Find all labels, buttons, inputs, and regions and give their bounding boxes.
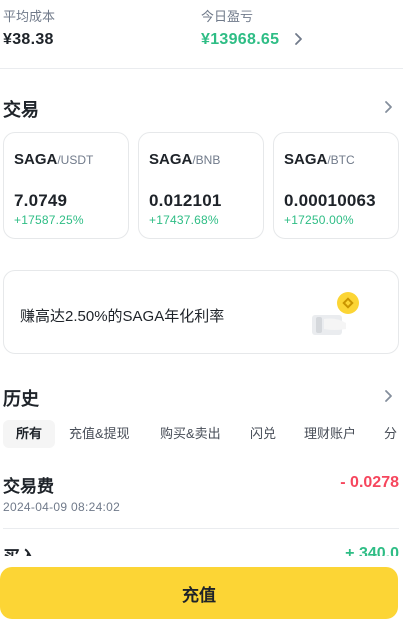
trade-section-title: 交易	[3, 100, 39, 120]
pair-price: 0.00010063	[284, 191, 376, 210]
tab-earn-account[interactable]: 理财账户	[291, 420, 369, 448]
pair-base: SAGA	[149, 151, 193, 168]
earn-promo-banner[interactable]: 赚高达2.50%的SAGA年化利率	[3, 270, 399, 354]
pair-change: +17587.25%	[14, 213, 84, 227]
tab-all[interactable]: 所有	[3, 420, 56, 448]
avg-cost-label: 平均成本	[3, 9, 56, 24]
pair-name: SAGA/USDT	[14, 151, 93, 168]
tab-convert[interactable]: 闪兑	[237, 420, 289, 448]
transaction-time: 2024-04-09 08:24:02	[3, 500, 121, 514]
tab-deposit-withdraw[interactable]: 充值&提现	[56, 420, 143, 448]
today-pnl-label: 今日盈亏	[201, 9, 254, 24]
chevron-right-icon[interactable]	[293, 31, 305, 47]
transaction-amount: - 0.0278	[340, 474, 399, 491]
today-pnl-value[interactable]: ¥13968.65	[201, 31, 279, 49]
history-section-title: 历史	[3, 389, 39, 409]
promo-text: 赚高达2.50%的SAGA年化利率	[20, 308, 225, 325]
pair-base: SAGA	[284, 151, 328, 168]
pair-base: SAGA	[14, 151, 58, 168]
section-divider	[0, 68, 403, 69]
pair-quote: /USDT	[57, 153, 94, 167]
trading-pair-card-saga-bnb[interactable]: SAGA/BNB 0.012101 +17437.68%	[138, 132, 264, 239]
trading-pair-card-saga-usdt[interactable]: SAGA/USDT 7.0749 +17587.25%	[3, 132, 129, 239]
pair-quote: /BTC	[327, 153, 355, 167]
trading-pair-card-saga-btc[interactable]: SAGA/BTC 0.00010063 +17250.00%	[273, 132, 399, 239]
pair-price: 7.0749	[14, 191, 68, 210]
avg-cost-value: ¥38.38	[3, 31, 54, 48]
coin-hand-icon	[312, 292, 359, 335]
history-more-chevron-icon[interactable]	[383, 388, 395, 404]
history-filter-tabs: 所有 充值&提现 购买&卖出 闪兑 理财账户 分	[0, 420, 403, 450]
pair-change: +17437.68%	[149, 213, 219, 227]
pair-name: SAGA/BNB	[149, 151, 220, 168]
transaction-title: 交易费	[3, 477, 54, 496]
row-divider	[3, 528, 399, 529]
stats-header: 平均成本 ¥38.38 今日盈亏 ¥13968.65	[0, 0, 403, 68]
pair-name: SAGA/BTC	[284, 151, 355, 168]
deposit-button[interactable]: 充值	[0, 567, 398, 619]
tab-buy-sell[interactable]: 购买&卖出	[147, 420, 234, 448]
pair-price: 0.012101	[149, 191, 222, 210]
bottom-action-bar: 充值	[0, 556, 403, 625]
trade-more-chevron-icon[interactable]	[383, 99, 395, 115]
tab-more[interactable]: 分	[371, 420, 403, 448]
pair-change: +17250.00%	[284, 213, 354, 227]
pair-quote: /BNB	[192, 153, 221, 167]
